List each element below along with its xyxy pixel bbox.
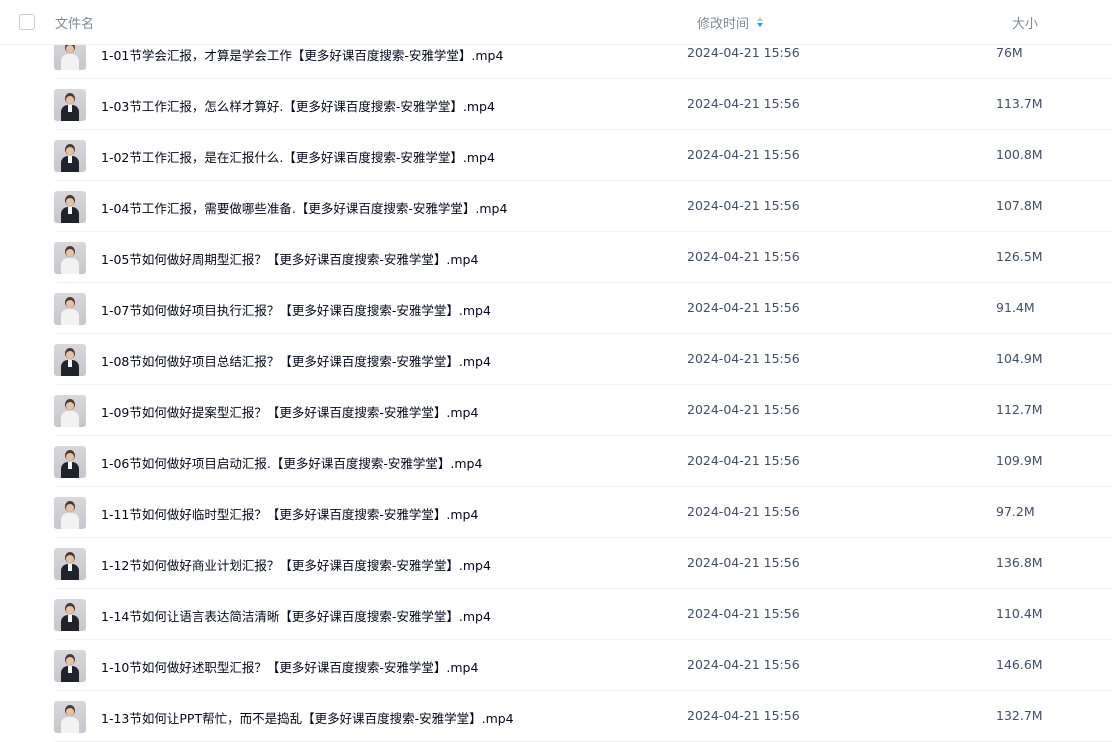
file-name[interactable]: 1-12节如何做好商业计划汇报？【更多好课百度搜索-安雅学堂】.mp4 xyxy=(101,555,491,574)
file-modified-time: 2024-04-21 15:56 xyxy=(687,708,800,723)
file-name[interactable]: 1-05节如何做好周期型汇报？【更多好课百度搜索-安雅学堂】.mp4 xyxy=(101,249,478,268)
file-modified-time: 2024-04-21 15:56 xyxy=(687,96,800,111)
file-size: 97.2M xyxy=(996,504,1035,519)
file-row[interactable]: 1-11节如何做好临时型汇报？【更多好课百度搜索-安雅学堂】.mp4 2024-0… xyxy=(0,487,1112,538)
file-modified-time: 2024-04-21 15:56 xyxy=(687,453,800,468)
video-thumbnail[interactable] xyxy=(54,395,86,427)
file-size: 104.9M xyxy=(996,351,1043,366)
file-row[interactable]: 1-07节如何做好项目执行汇报？【更多好课百度搜索-安雅学堂】.mp4 2024-… xyxy=(0,283,1112,334)
file-modified-time: 2024-04-21 15:56 xyxy=(687,504,800,519)
file-row[interactable]: 1-03节工作汇报，怎么样才算好.【更多好课百度搜索-安雅学堂】.mp4 2024… xyxy=(0,79,1112,130)
file-name[interactable]: 1-13节如何让PPT帮忙，而不是捣乱【更多好课百度搜索-安雅学堂】.mp4 xyxy=(101,708,514,727)
video-thumbnail[interactable] xyxy=(54,293,86,325)
file-size: 100.8M xyxy=(996,147,1043,162)
file-row[interactable]: 1-14节如何让语言表达简洁清晰【更多好课百度搜索-安雅学堂】.mp4 2024-… xyxy=(0,589,1112,640)
file-row[interactable]: 1-06节如何做好项目启动汇报.【更多好课百度搜索-安雅学堂】.mp4 2024-… xyxy=(0,436,1112,487)
column-header-filename[interactable]: 文件名 xyxy=(55,13,94,32)
video-thumbnail[interactable] xyxy=(54,548,86,580)
file-name[interactable]: 1-01节学会汇报，才算是学会工作【更多好课百度搜索-安雅学堂】.mp4 xyxy=(101,45,503,64)
video-thumbnail[interactable] xyxy=(54,191,86,223)
file-name[interactable]: 1-08节如何做好项目总结汇报？【更多好课百度搜索-安雅学堂】.mp4 xyxy=(101,351,491,370)
file-name[interactable]: 1-03节工作汇报，怎么样才算好.【更多好课百度搜索-安雅学堂】.mp4 xyxy=(101,96,495,115)
file-size: 110.4M xyxy=(996,606,1043,621)
file-modified-time: 2024-04-21 15:56 xyxy=(687,249,800,264)
video-thumbnail[interactable] xyxy=(54,497,86,529)
file-list-header: 文件名 修改时间 大小 xyxy=(0,0,1112,45)
file-modified-time: 2024-04-21 15:56 xyxy=(687,45,800,60)
column-header-modified-time[interactable]: 修改时间 xyxy=(697,13,749,32)
file-modified-time: 2024-04-21 15:56 xyxy=(687,300,800,315)
file-size: 107.8M xyxy=(996,198,1043,213)
file-size: 109.9M xyxy=(996,453,1043,468)
file-name[interactable]: 1-07节如何做好项目执行汇报？【更多好课百度搜索-安雅学堂】.mp4 xyxy=(101,300,491,319)
file-modified-time: 2024-04-21 15:56 xyxy=(687,606,800,621)
file-size: 126.5M xyxy=(996,249,1043,264)
file-size: 146.6M xyxy=(996,657,1043,672)
file-modified-time: 2024-04-21 15:56 xyxy=(687,657,800,672)
file-row[interactable]: 1-08节如何做好项目总结汇报？【更多好课百度搜索-安雅学堂】.mp4 2024-… xyxy=(0,334,1112,385)
file-row[interactable]: 1-02节工作汇报，是在汇报什么.【更多好课百度搜索-安雅学堂】.mp4 2024… xyxy=(0,130,1112,181)
file-row[interactable]: 1-12节如何做好商业计划汇报？【更多好课百度搜索-安雅学堂】.mp4 2024-… xyxy=(0,538,1112,589)
select-all-checkbox[interactable] xyxy=(19,14,35,30)
file-modified-time: 2024-04-21 15:56 xyxy=(687,402,800,417)
file-modified-time: 2024-04-21 15:56 xyxy=(687,555,800,570)
video-thumbnail[interactable] xyxy=(54,599,86,631)
video-thumbnail[interactable] xyxy=(54,446,86,478)
file-size: 136.8M xyxy=(996,555,1043,570)
video-thumbnail[interactable] xyxy=(54,242,86,274)
file-name[interactable]: 1-10节如何做好述职型汇报？【更多好课百度搜索-安雅学堂】.mp4 xyxy=(101,657,478,676)
video-thumbnail[interactable] xyxy=(54,701,86,733)
video-thumbnail[interactable] xyxy=(54,650,86,682)
file-name[interactable]: 1-02节工作汇报，是在汇报什么.【更多好课百度搜索-安雅学堂】.mp4 xyxy=(101,147,495,166)
file-name[interactable]: 1-14节如何让语言表达简洁清晰【更多好课百度搜索-安雅学堂】.mp4 xyxy=(101,606,491,625)
video-thumbnail[interactable] xyxy=(54,344,86,376)
file-name[interactable]: 1-09节如何做好提案型汇报？【更多好课百度搜索-安雅学堂】.mp4 xyxy=(101,402,478,421)
file-size: 91.4M xyxy=(996,300,1035,315)
column-header-size[interactable]: 大小 xyxy=(1012,13,1038,32)
video-thumbnail[interactable] xyxy=(54,89,86,121)
file-row[interactable]: 1-09节如何做好提案型汇报？【更多好课百度搜索-安雅学堂】.mp4 2024-0… xyxy=(0,385,1112,436)
file-row[interactable]: 1-13节如何让PPT帮忙，而不是捣乱【更多好课百度搜索-安雅学堂】.mp4 20… xyxy=(0,691,1112,742)
sort-icon[interactable] xyxy=(756,16,764,28)
file-name[interactable]: 1-11节如何做好临时型汇报？【更多好课百度搜索-安雅学堂】.mp4 xyxy=(101,504,478,523)
file-modified-time: 2024-04-21 15:56 xyxy=(687,147,800,162)
file-size: 113.7M xyxy=(996,96,1043,111)
file-size: 112.7M xyxy=(996,402,1043,417)
file-row[interactable]: 1-05节如何做好周期型汇报？【更多好课百度搜索-安雅学堂】.mp4 2024-0… xyxy=(0,232,1112,283)
file-row[interactable]: 1-10节如何做好述职型汇报？【更多好课百度搜索-安雅学堂】.mp4 2024-0… xyxy=(0,640,1112,691)
file-modified-time: 2024-04-21 15:56 xyxy=(687,198,800,213)
file-size: 132.7M xyxy=(996,708,1043,723)
file-name[interactable]: 1-06节如何做好项目启动汇报.【更多好课百度搜索-安雅学堂】.mp4 xyxy=(101,453,482,472)
file-list: 1-01节学会汇报，才算是学会工作【更多好课百度搜索-安雅学堂】.mp4 2024… xyxy=(0,28,1112,742)
file-row[interactable]: 1-04节工作汇报，需要做哪些准备.【更多好课百度搜索-安雅学堂】.mp4 202… xyxy=(0,181,1112,232)
video-thumbnail[interactable] xyxy=(54,140,86,172)
file-modified-time: 2024-04-21 15:56 xyxy=(687,351,800,366)
file-size: 76M xyxy=(996,45,1023,60)
file-name[interactable]: 1-04节工作汇报，需要做哪些准备.【更多好课百度搜索-安雅学堂】.mp4 xyxy=(101,198,507,217)
